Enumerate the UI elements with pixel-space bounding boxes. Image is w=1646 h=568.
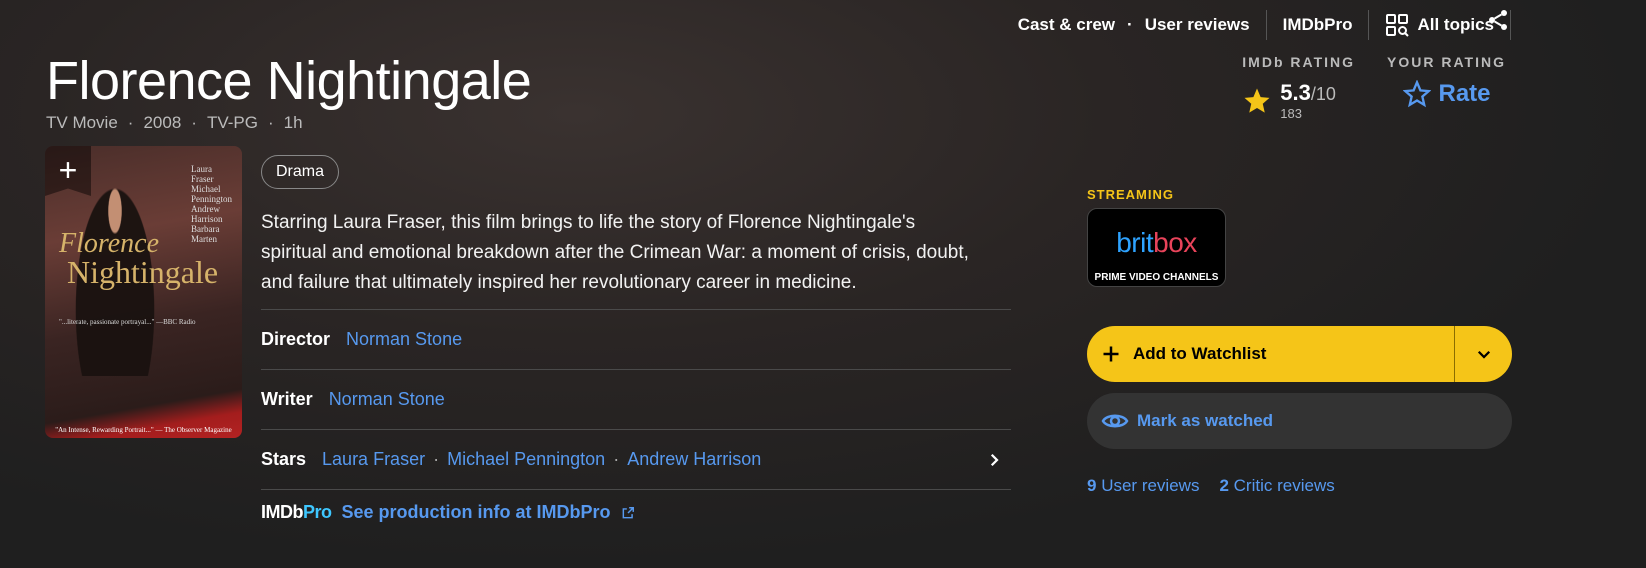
imdbpro-link[interactable]: IMDbPro See production info at IMDbPro [261, 502, 635, 523]
poster-cast-line: Marten [190, 234, 217, 244]
star-outline-icon [1402, 80, 1431, 108]
director-label: Director [261, 329, 331, 349]
add-to-watchlist-button[interactable]: Add to Watchlist [1087, 326, 1454, 382]
stars-label: Stars [261, 449, 307, 469]
imdbpro-logo-imdb: IMDb [261, 502, 304, 522]
chevron-down-icon [1477, 350, 1490, 359]
imdb-rating[interactable]: IMDb RATING 5.3/10 183 [1242, 54, 1355, 121]
nav-user-reviews[interactable]: User reviews [1135, 15, 1266, 35]
star-icon [1244, 88, 1270, 113]
critic-reviews-link[interactable]: 2 Critic reviews [1219, 476, 1334, 496]
watchlist-button-group: Add to Watchlist [1087, 326, 1512, 382]
director-link[interactable]: Norman Stone [346, 329, 462, 350]
star-link[interactable]: Michael Pennington [447, 449, 605, 470]
watchlist-label: Add to Watchlist [1133, 344, 1267, 363]
poster-cast-line: Michael [190, 184, 221, 194]
britbox-logo-box: box [1153, 227, 1197, 258]
credit-row-stars[interactable]: Stars Laura Fraser · Michael Pennington … [261, 429, 1011, 489]
imdb-rating-label: IMDb RATING [1242, 54, 1356, 70]
your-rating: YOUR RATING Rate [1387, 54, 1506, 121]
meta-dot: · [127, 113, 134, 132]
meta-dot: · [191, 113, 197, 132]
mark-as-watched-label: Mark as watched [1137, 411, 1274, 430]
poster-quote: "An Intense, Rewarding Portrait..." — Th… [55, 426, 232, 434]
poster-cast-line: Pennington [190, 194, 232, 204]
watchlist-dropdown-button[interactable] [1454, 326, 1512, 382]
nav-cast-crew[interactable]: Cast & crew [1002, 15, 1125, 35]
rating-votes: 183 [1280, 106, 1302, 121]
poster-cast-line: Fraser [190, 174, 214, 184]
rate-label: Rate [1438, 80, 1491, 107]
meta-year[interactable]: 2008 [143, 113, 181, 133]
add-to-watchlist-ribbon[interactable]: + [45, 146, 91, 196]
user-reviews-link[interactable]: 9 User reviews [1087, 476, 1199, 496]
meta-dot: · [267, 113, 274, 132]
poster-title-2: Nightingale [67, 254, 219, 290]
credits-list: Director Norman Stone Writer Norman Ston… [261, 309, 1011, 490]
meta-type: TV Movie [46, 113, 118, 132]
poster-image[interactable]: + Laura Fraser Michael Pennington Andrew… [45, 146, 242, 438]
eye-icon [1101, 414, 1129, 428]
writer-label: Writer [261, 389, 313, 409]
ratings-bar: IMDb RATING 5.3/10 183 YOUR RATING Rate [1242, 54, 1506, 121]
mark-as-watched-button[interactable]: Mark as watched [1087, 393, 1512, 449]
credits-divider [261, 489, 1011, 490]
credit-row-director: Director Norman Stone [261, 309, 1011, 369]
plus-icon [1103, 346, 1119, 362]
plot-summary: Starring Laura Fraser, this film brings … [261, 212, 969, 293]
user-reviews-count: 9 [1087, 476, 1097, 495]
meta-rating[interactable]: TV-PG [207, 113, 258, 133]
star-separator: · [433, 449, 440, 469]
britbox-streaming-button[interactable]: britbox PRIME VIDEO CHANNELS [1087, 208, 1226, 287]
poster-cast: Laura Fraser Michael Pennington Andrew H… [191, 164, 232, 244]
external-link-icon [622, 506, 634, 518]
poster-quote: "...literate, passionate portrayal..." —… [59, 318, 196, 326]
imdbpro-link-text: See production info at IMDbPro [341, 502, 611, 522]
credit-row-writer: Writer Norman Stone [261, 369, 1011, 429]
your-rating-label: YOUR RATING [1387, 54, 1506, 70]
rating-score: 5.3 [1280, 80, 1311, 105]
genre-chip-drama[interactable]: Drama [261, 155, 340, 189]
share-icon [1489, 10, 1507, 30]
imdb-rating-value: 5.3/10 183 [1242, 80, 1355, 121]
star-link[interactable]: Laura Fraser [322, 449, 425, 470]
critic-reviews-label: Critic reviews [1233, 476, 1335, 495]
britbox-logo: britbox [1088, 227, 1225, 259]
writer-link[interactable]: Norman Stone [329, 389, 445, 410]
poster-cast-line: Laura [190, 164, 212, 174]
poster-cast-line: Barbara [190, 224, 220, 234]
poster-cast-line: Andrew [190, 204, 220, 214]
chevron-right-icon[interactable] [985, 451, 1003, 469]
rating-out-of: /10 [1310, 84, 1336, 104]
page-title: Florence Nightingale [46, 51, 532, 111]
top-nav: Cast & crew · User reviews IMDbPro All t… [1002, 8, 1511, 42]
user-reviews-label: User reviews [1101, 476, 1200, 495]
meta-runtime: 1h [283, 113, 303, 132]
title-meta: TV Movie · 2008 · TV-PG · 1h [46, 113, 303, 133]
star-link[interactable]: Andrew Harrison [627, 449, 761, 470]
nav-imdbpro[interactable]: IMDbPro [1267, 15, 1369, 35]
reviews-links: 9 User reviews 2 Critic reviews [1087, 476, 1335, 496]
share-button[interactable] [1480, 6, 1516, 34]
britbox-logo-brit: brit [1116, 227, 1154, 258]
imdbpro-logo-pro: Pro [303, 502, 332, 522]
rate-button[interactable]: Rate [1387, 80, 1506, 108]
britbox-subtitle: PRIME VIDEO CHANNELS [1094, 272, 1219, 283]
all-topics-icon [1386, 14, 1410, 37]
star-separator: · [613, 449, 620, 469]
poster-cast-line: Harrison [190, 214, 223, 224]
streaming-label: STREAMING [1087, 187, 1174, 202]
nav-separator-dot: · [1127, 15, 1133, 34]
imdbpro-logo: IMDbPro [261, 502, 332, 523]
critic-reviews-count: 2 [1219, 476, 1229, 495]
